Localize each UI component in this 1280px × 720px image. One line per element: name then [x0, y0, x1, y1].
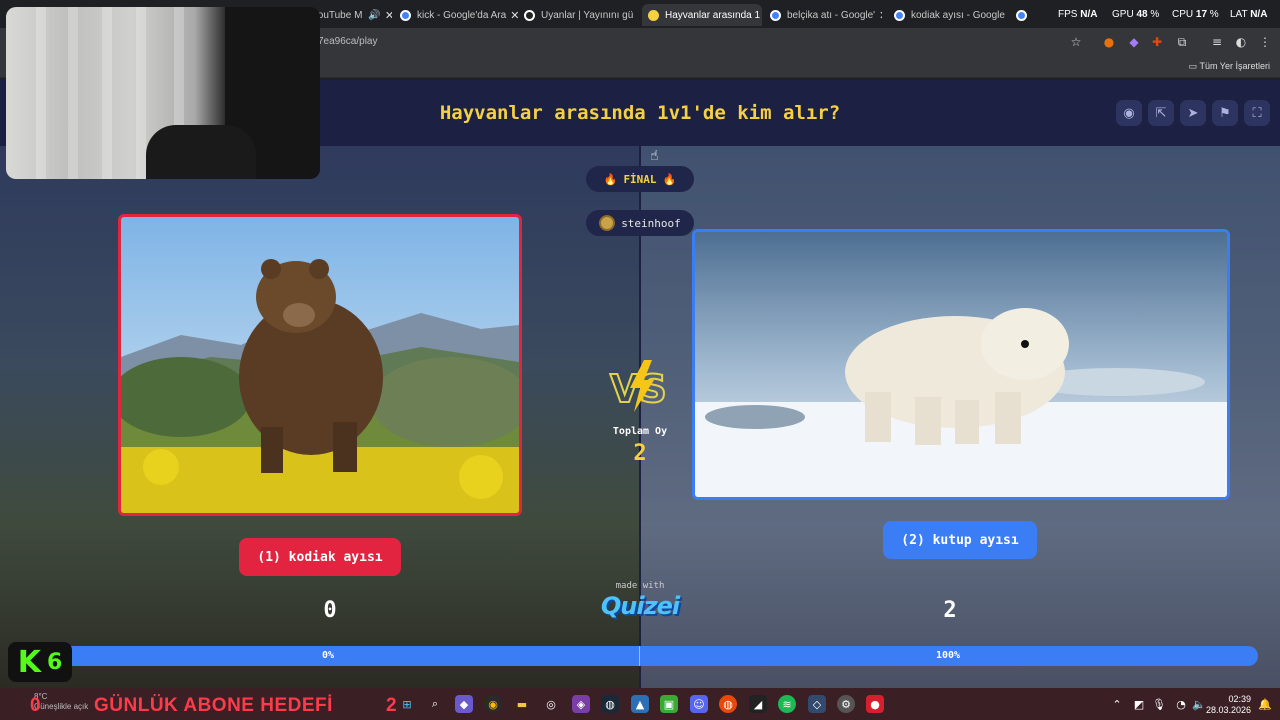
versus-icon: VS [609, 360, 668, 412]
settings-icon[interactable]: ⚙ [837, 695, 855, 713]
extension-fox-icon[interactable]: ✚ [1150, 35, 1164, 49]
url-field[interactable]: 7ea96ca/play [318, 36, 378, 47]
lat-stat: LAT N/A [1230, 9, 1268, 20]
tab-title: Uyanlar | Yayınını gü [541, 9, 634, 21]
tab-quiz[interactable]: Hayvanlar arasında 1 ✕ [642, 4, 762, 26]
photos-icon[interactable]: ▲ [631, 695, 649, 713]
option-image-polar-bear[interactable] [692, 229, 1230, 500]
android-icon[interactable]: ▣ [660, 695, 678, 713]
total-votes-label: Toplam Oy [612, 426, 668, 437]
kick-logo-icon: K [17, 644, 41, 680]
search-icon[interactable]: ⌕ [426, 695, 444, 713]
share-icon[interactable]: ⇱ [1148, 100, 1174, 126]
star-icon[interactable]: ☆ [1069, 35, 1083, 49]
close-icon[interactable]: ✕ [633, 9, 636, 22]
username: steinhoof [621, 216, 681, 230]
file-explorer-icon[interactable]: ▬ [513, 695, 531, 713]
google-icon [894, 9, 905, 21]
spotify-icon[interactable]: ≋ [778, 695, 796, 713]
steam-icon[interactable]: ◍ [601, 695, 619, 713]
kick-viewer-badge: K 6 [8, 642, 72, 682]
choice-button-left[interactable]: (1) kodiak ayısı [239, 538, 401, 576]
extension-brave-icon[interactable]: ● [1102, 35, 1116, 49]
webcam-overlay [6, 7, 320, 179]
media-control-icon[interactable]: ≡ [1210, 35, 1224, 49]
tab-title: kodiak ayısı - Google [911, 9, 1005, 21]
google-icon [400, 9, 411, 21]
chrome-icon[interactable]: ◉ [484, 695, 502, 713]
puzzle-icon[interactable]: ⧉ [1175, 35, 1189, 49]
score-right: 2 [943, 598, 957, 623]
menu-icon[interactable]: ⋮ [1258, 35, 1272, 49]
tab-kodiak-ayisi[interactable]: kodiak ayısı - Google ✕ [894, 4, 1006, 26]
vote-progress-bar: 0% 100% [62, 646, 1258, 666]
percent-left: 0% [322, 650, 335, 661]
extension-icon[interactable]: ◆ [1127, 35, 1141, 49]
sub-goal-target: 2 [386, 695, 397, 716]
kick-viewer-count: 6 [46, 649, 63, 675]
chevron-up-icon[interactable]: ⌃ [1108, 695, 1126, 713]
fullscreen-icon[interactable]: ⛶ [1244, 100, 1270, 126]
tab-gunes-ayisi[interactable] [1016, 4, 1058, 26]
google-icon [770, 9, 781, 21]
fire-icon: 🔥 [662, 172, 677, 186]
tab-belcika-ati[interactable]: belçika atı - Google' ✕ [770, 4, 882, 26]
made-with-label: made with [615, 581, 665, 591]
weather-widget[interactable]: 8°C Güneşlikle açık [34, 692, 88, 712]
brave-icon[interactable]: ◍ [719, 695, 737, 713]
msi-app-icon[interactable]: ◈ [572, 695, 590, 713]
option-image-kodiak-bear[interactable] [118, 214, 522, 516]
user-badge: steinhoof [586, 210, 694, 236]
send-icon[interactable]: ➤ [1180, 100, 1206, 126]
vpn-icon[interactable]: ◇ [808, 695, 826, 713]
all-bookmarks-button[interactable]: ▭ Tüm Yer İşaretleri [1189, 61, 1270, 72]
flag-icon[interactable]: ⚑ [1212, 100, 1238, 126]
wifi-icon[interactable]: ◔ [1172, 695, 1190, 713]
microphone-icon[interactable]: 🎙 [1150, 695, 1168, 713]
cpu-stat: CPU 17 % [1172, 9, 1219, 20]
percent-right: 100% [936, 650, 961, 661]
profile-icon[interactable]: ◐ [1234, 35, 1248, 49]
mouse-cursor-icon: ☝ [650, 148, 659, 164]
sub-goal-text: GÜNLÜK ABONE HEDEFİ [94, 695, 333, 716]
folder-icon: ▭ [1188, 61, 1198, 71]
round-badge: 🔥 FİNAL 🔥 [586, 166, 694, 192]
site-icon [524, 9, 535, 21]
taskbar-clock[interactable]: 02:39 28.03.2026 [1206, 694, 1251, 716]
quizei-icon [648, 9, 659, 21]
tab-title: Hayvanlar arasında 1 [665, 9, 761, 21]
capcut-icon[interactable]: ◢ [749, 695, 767, 713]
tab-title: belçika atı - Google' [787, 9, 876, 21]
avatar [599, 215, 616, 231]
notification-icon[interactable]: 🔔 [1256, 695, 1274, 713]
close-icon[interactable]: ✕ [760, 9, 762, 22]
choice-button-right[interactable]: (2) kutup ayısı [883, 521, 1037, 559]
discord-icon[interactable]: ☺ [690, 695, 708, 713]
tab-title: kick - Google'da Ara [417, 9, 507, 21]
google-icon [1016, 9, 1027, 21]
recorder-icon[interactable]: ● [866, 695, 884, 713]
close-icon[interactable]: ✕ [875, 9, 882, 22]
fire-icon: 🔥 [603, 172, 618, 186]
github-icon[interactable]: ◎ [542, 695, 560, 713]
close-icon[interactable]: ✕ [1005, 9, 1006, 22]
tab-youtube[interactable]: YouTube M 🔊 ✕ [312, 4, 392, 26]
fps-stat: FPS N/A [1058, 9, 1098, 20]
score-left: 0 [323, 598, 337, 623]
eye-icon[interactable]: ◉ [1116, 100, 1142, 126]
gpu-stat: GPU 48 % [1112, 9, 1160, 20]
network-tray-icon[interactable]: ◩ [1130, 695, 1148, 713]
speaker-icon: 🔊 [368, 9, 381, 21]
close-icon[interactable]: ✕ [381, 9, 392, 22]
copilot-icon[interactable]: ◆ [455, 695, 473, 713]
quizei-logo[interactable]: Quizei [580, 592, 700, 620]
total-votes-value: 2 [633, 441, 647, 466]
start-icon[interactable]: ⊞ [398, 695, 416, 713]
close-icon[interactable]: ✕ [506, 9, 518, 22]
sub-goal-current: 0 [30, 695, 41, 716]
tab-uyanlar[interactable]: Uyanlar | Yayınını gü ✕ [524, 4, 636, 26]
tab-kick-search[interactable]: kick - Google'da Ara ✕ [400, 4, 518, 26]
